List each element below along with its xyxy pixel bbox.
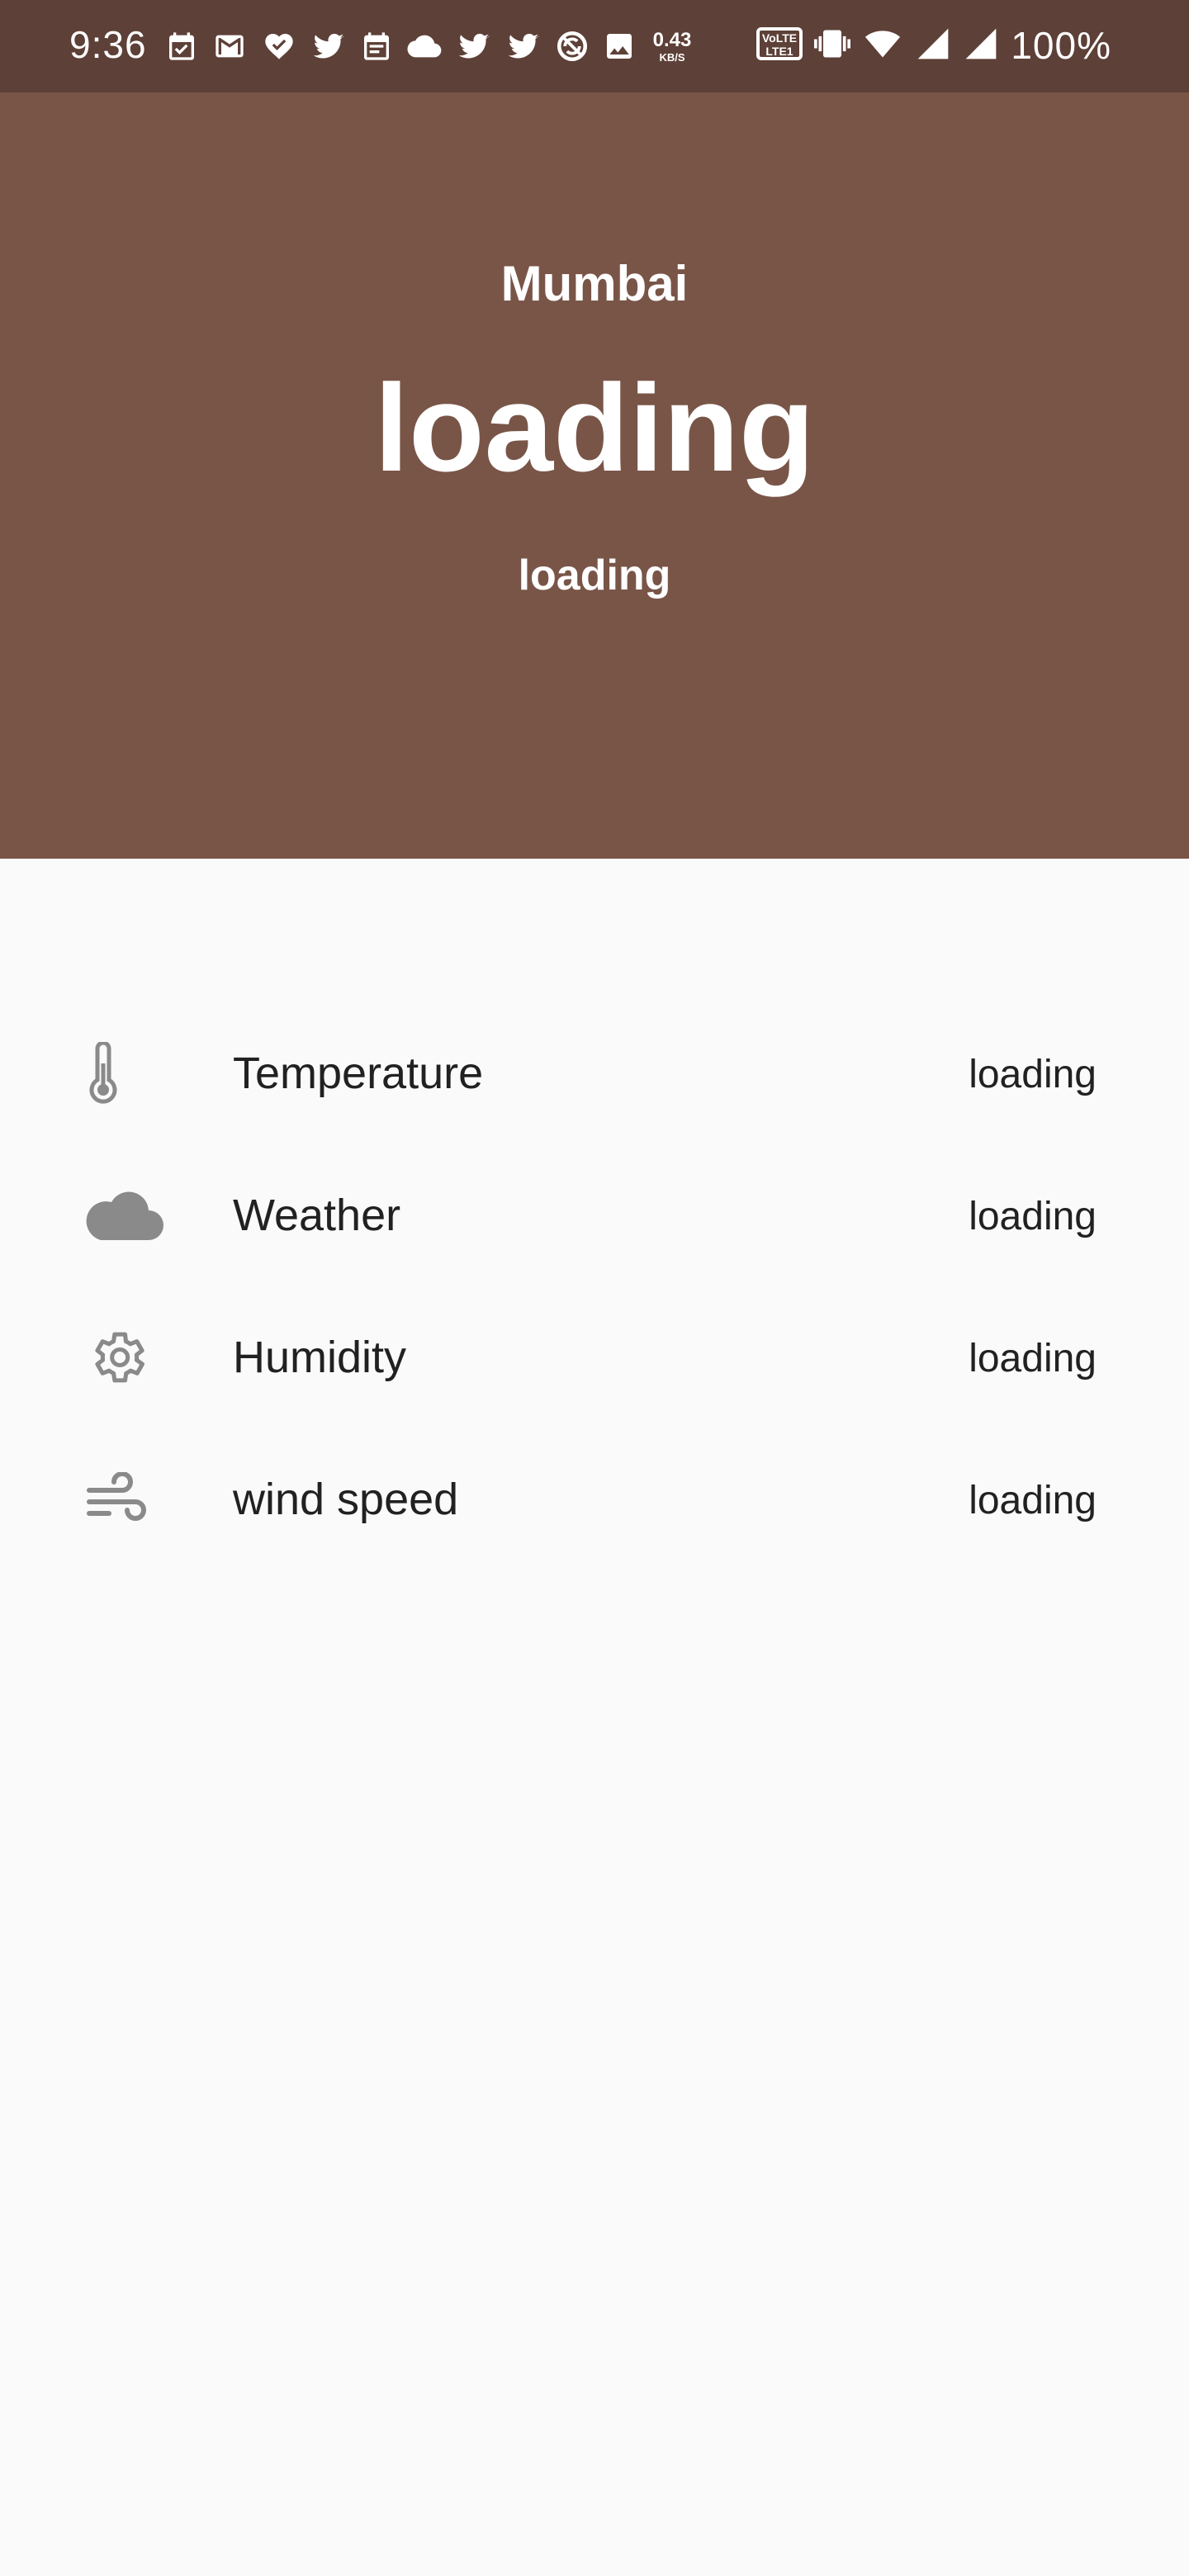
detail-row-temperature[interactable]: Temperature loading — [0, 1002, 1189, 1144]
network-speed-unit: KB/S — [659, 50, 685, 64]
twitter-icon — [456, 30, 492, 63]
volte-icon: VoLTE LTE1 — [756, 26, 803, 64]
vibrate-icon — [814, 26, 851, 66]
detail-label: Weather — [233, 1191, 401, 1240]
network-speed: 0.43 KB/S — [649, 28, 695, 64]
gmail-icon — [211, 30, 248, 63]
notification-icons: 0.43 KB/S — [165, 25, 695, 68]
wifi-icon — [862, 26, 903, 66]
wind-icon — [86, 1463, 168, 1536]
cloud-icon — [86, 1179, 168, 1252]
status-right-icons: VoLTE LTE1 100% — [756, 20, 1111, 71]
weather-details-list: Temperature loading Weather loading Humi… — [0, 1002, 1189, 1570]
weather-header: Mumbai loading loading — [0, 92, 1189, 859]
calendar-icon — [360, 30, 393, 63]
detail-label: Temperature — [233, 1049, 484, 1098]
city-name: Mumbai — [500, 256, 689, 311]
sync-icon — [555, 29, 590, 64]
twitter-icon — [310, 30, 347, 63]
detail-value: loading — [969, 1479, 1097, 1522]
detail-value: loading — [969, 1195, 1097, 1238]
detail-label: wind speed — [233, 1475, 459, 1524]
status-bar: 9:36 0.43 KB/S VoLTE LTE1 100% — [0, 0, 1189, 92]
health-icon — [261, 30, 297, 63]
svg-text:VoLTE: VoLTE — [762, 31, 797, 45]
battery-percentage: 100% — [1011, 24, 1111, 67]
detail-value: loading — [969, 1053, 1097, 1096]
twitter-icon — [505, 30, 542, 63]
network-speed-value: 0.43 — [652, 28, 692, 51]
weather-description: loading — [518, 552, 671, 599]
detail-label: Humidity — [233, 1333, 407, 1382]
detail-row-wind-speed[interactable]: wind speed loading — [0, 1428, 1189, 1570]
status-time: 9:36 — [69, 23, 147, 66]
detail-row-weather[interactable]: Weather loading — [0, 1144, 1189, 1286]
detail-row-humidity[interactable]: Humidity loading — [0, 1286, 1189, 1428]
detail-value: loading — [969, 1337, 1097, 1380]
current-temperature: loading — [374, 358, 815, 497]
signal-icon — [963, 26, 999, 66]
svg-text:LTE1: LTE1 — [766, 45, 793, 58]
calendar-check-icon — [165, 30, 198, 63]
signal-icon — [915, 26, 951, 66]
thermometer-icon — [86, 1037, 168, 1110]
cloud-icon — [406, 30, 443, 63]
image-icon — [603, 30, 636, 63]
gear-icon — [86, 1321, 168, 1394]
